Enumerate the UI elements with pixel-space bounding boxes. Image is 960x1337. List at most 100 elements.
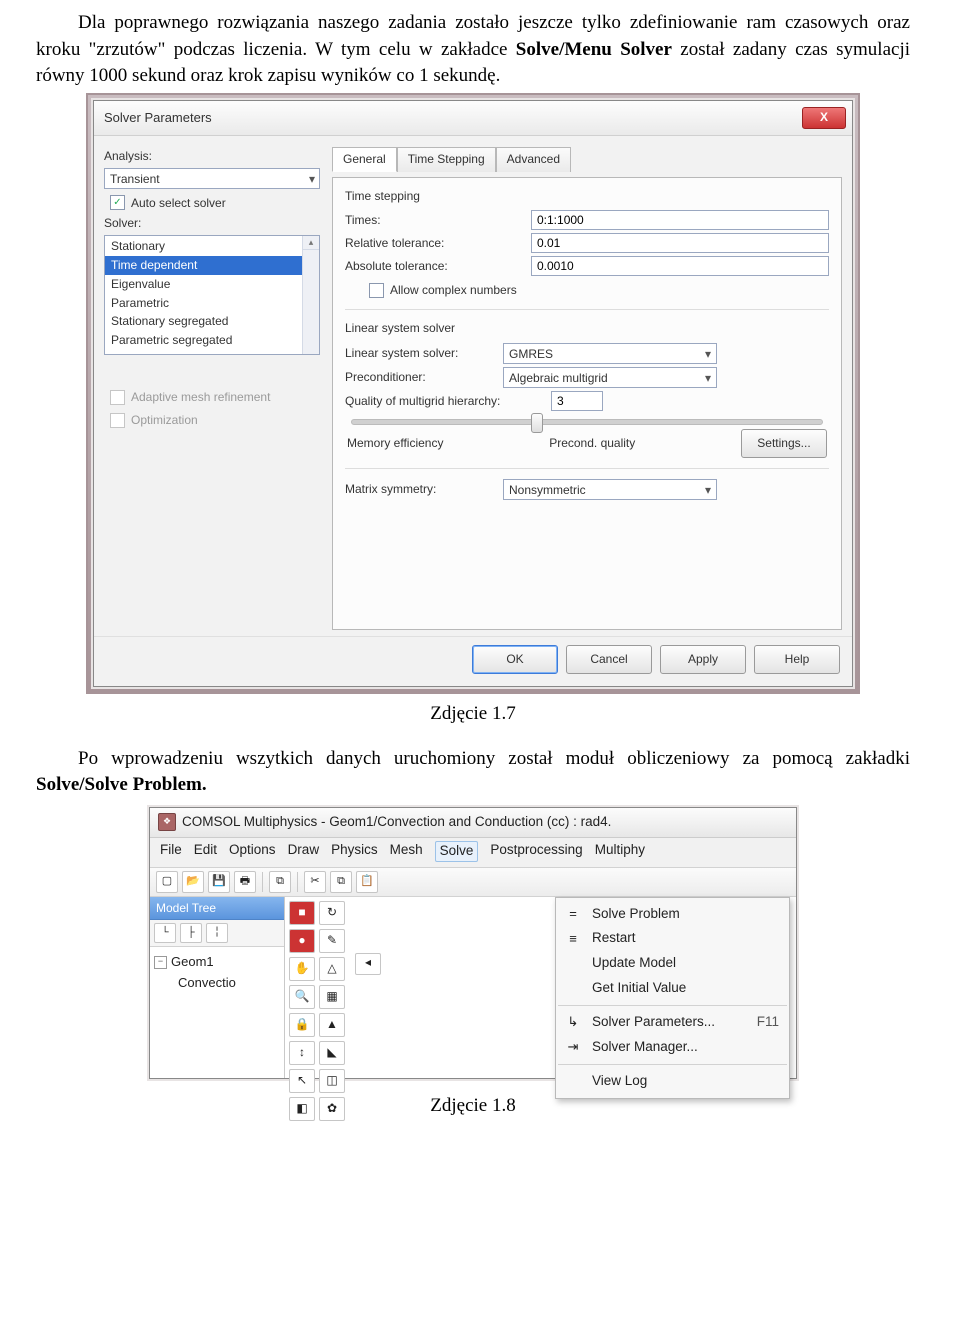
- copy-icon[interactable]: ⧉: [330, 871, 352, 893]
- paste-icon[interactable]: 📋: [356, 871, 378, 893]
- auto-select-label: Auto select solver: [131, 195, 226, 212]
- times-input[interactable]: [531, 210, 829, 230]
- tool-icon[interactable]: ◧: [289, 1097, 315, 1121]
- tree-icon[interactable]: ⧉: [269, 871, 291, 893]
- menu-item-restart[interactable]: ≡Restart: [556, 926, 789, 951]
- triangle-icon[interactable]: △: [319, 957, 345, 981]
- tool-icon[interactable]: ●: [289, 929, 315, 953]
- mesh-icon[interactable]: ▦: [319, 985, 345, 1009]
- menu-physics[interactable]: Physics: [331, 841, 378, 862]
- group-time-stepping: Time stepping: [345, 188, 829, 205]
- menu-item-solver-manager[interactable]: ⇥Solver Manager...: [556, 1035, 789, 1060]
- menu-item-view-log[interactable]: View Log: [556, 1069, 789, 1094]
- app-icon: ❖: [158, 813, 176, 831]
- drawing-canvas: ■ ● ✋ 🔍 🔒 ↕ ↖ ◧ ↻ ✎ △ ▦ ▲ ◣ ◫: [285, 897, 796, 1079]
- equals-icon: =: [564, 905, 582, 923]
- listbox-scrollbar[interactable]: [302, 236, 319, 354]
- refresh-icon[interactable]: ↻: [319, 901, 345, 925]
- menu-multiphysics[interactable]: Multiphy: [595, 841, 645, 862]
- save-icon[interactable]: 💾: [208, 871, 230, 893]
- analysis-label: Analysis:: [104, 148, 320, 165]
- solver-listbox[interactable]: Stationary Time dependent Eigenvalue Par…: [104, 235, 320, 355]
- window-title: COMSOL Multiphysics - Geom1/Convection a…: [182, 813, 611, 832]
- settings-button[interactable]: Settings...: [741, 429, 827, 458]
- cancel-button[interactable]: Cancel: [566, 645, 652, 674]
- menubar: File Edit Options Draw Physics Mesh Solv…: [150, 838, 796, 868]
- slider-thumb-icon[interactable]: [531, 413, 543, 433]
- quality-slider[interactable]: [351, 419, 823, 425]
- dialog-footer: OK Cancel Apply Help: [94, 636, 852, 686]
- tree-tool-icon[interactable]: ╎: [206, 923, 228, 943]
- shortcut-label: F11: [757, 1013, 779, 1032]
- triangle-icon[interactable]: ◣: [319, 1041, 345, 1065]
- solver-item-time-dependent[interactable]: Time dependent: [105, 256, 319, 275]
- menu-draw[interactable]: Draw: [288, 841, 320, 862]
- help-button[interactable]: Help: [754, 645, 840, 674]
- arrow-icon[interactable]: ↕: [289, 1041, 315, 1065]
- auto-select-solver-checkbox[interactable]: ✓ Auto select solver: [110, 195, 320, 212]
- checkbox-icon: [369, 283, 384, 298]
- analysis-dropdown[interactable]: Transient: [104, 168, 320, 189]
- optimization-checkbox: Optimization: [110, 412, 320, 429]
- menu-edit[interactable]: Edit: [194, 841, 217, 862]
- hand-icon[interactable]: ✋: [289, 957, 315, 981]
- reltol-label: Relative tolerance:: [345, 235, 523, 252]
- tree-tool-icon[interactable]: ├: [180, 923, 202, 943]
- mesh-icon[interactable]: ◫: [319, 1069, 345, 1093]
- tab-time-stepping[interactable]: Time Stepping: [397, 147, 496, 172]
- menu-item-solve-problem[interactable]: =Solve Problem: [556, 902, 789, 927]
- apply-button[interactable]: Apply: [660, 645, 746, 674]
- solver-parameters-dialog: Solver Parameters X Analysis: Transient …: [93, 100, 853, 687]
- model-tree[interactable]: − Geom1 Convectio: [150, 947, 284, 1078]
- model-tree-header: Model Tree: [150, 897, 284, 921]
- tree-node-geom[interactable]: − Geom1: [154, 952, 280, 972]
- lss-dropdown[interactable]: GMRES: [503, 343, 717, 364]
- abstol-input[interactable]: [531, 256, 829, 276]
- msym-dropdown[interactable]: Nonsymmetric: [503, 479, 717, 500]
- cut-icon[interactable]: ✂: [304, 871, 326, 893]
- solver-item-parametric[interactable]: Parametric: [105, 294, 319, 313]
- menu-file[interactable]: File: [160, 841, 182, 862]
- solver-item-parametric-segregated[interactable]: Parametric segregated: [105, 331, 319, 350]
- triangle-icon[interactable]: ▲: [319, 1013, 345, 1037]
- adaptive-mesh-checkbox: Adaptive mesh refinement: [110, 389, 320, 406]
- menu-options[interactable]: Options: [229, 841, 276, 862]
- tab-advanced[interactable]: Advanced: [496, 147, 571, 172]
- tree-node-convection[interactable]: Convectio: [178, 973, 280, 993]
- tab-bar: General Time Stepping Advanced: [332, 146, 842, 171]
- menu-solve[interactable]: Solve: [435, 841, 479, 862]
- qmh-input[interactable]: [551, 391, 603, 411]
- allow-complex-checkbox[interactable]: Allow complex numbers: [369, 282, 829, 299]
- menu-item-update-model[interactable]: Update Model: [556, 951, 789, 976]
- collapse-arrow-icon[interactable]: ◂: [355, 953, 381, 975]
- menu-mesh[interactable]: Mesh: [390, 841, 423, 862]
- open-icon[interactable]: 📂: [182, 871, 204, 893]
- zoom-icon[interactable]: 🔍: [289, 985, 315, 1009]
- group-separator: [345, 309, 829, 310]
- window-titlebar: ❖ COMSOL Multiphysics - Geom1/Convection…: [150, 808, 796, 838]
- close-button[interactable]: X: [802, 107, 846, 129]
- collapse-icon[interactable]: −: [154, 956, 167, 969]
- prec-dropdown[interactable]: Algebraic multigrid: [503, 367, 717, 388]
- menu-item-solver-parameters[interactable]: ↳Solver Parameters...F11: [556, 1010, 789, 1035]
- tool-icon[interactable]: ■: [289, 901, 315, 925]
- solver-item-stationary[interactable]: Stationary: [105, 237, 319, 256]
- menu-postprocessing[interactable]: Postprocessing: [490, 841, 582, 862]
- reltol-input[interactable]: [531, 233, 829, 253]
- allow-complex-label: Allow complex numbers: [390, 282, 517, 299]
- tab-content: Time stepping Times: Relative tolerance:…: [332, 177, 842, 630]
- tree-tool-icon[interactable]: └: [154, 923, 176, 943]
- prec-label: Preconditioner:: [345, 369, 495, 386]
- print-icon[interactable]: 🖶: [234, 871, 256, 893]
- solver-item-eigenvalue[interactable]: Eigenvalue: [105, 275, 319, 294]
- times-label: Times:: [345, 212, 523, 229]
- new-icon[interactable]: ▢: [156, 871, 178, 893]
- cursor-icon[interactable]: ↖: [289, 1069, 315, 1093]
- lock-icon[interactable]: 🔒: [289, 1013, 315, 1037]
- solver-item-stationary-segregated[interactable]: Stationary segregated: [105, 312, 319, 331]
- ok-button[interactable]: OK: [472, 645, 558, 674]
- menu-item-get-initial[interactable]: Get Initial Value: [556, 976, 789, 1001]
- tab-general[interactable]: General: [332, 147, 397, 172]
- draw-icon[interactable]: ✎: [319, 929, 345, 953]
- gear-icon[interactable]: ✿: [319, 1097, 345, 1121]
